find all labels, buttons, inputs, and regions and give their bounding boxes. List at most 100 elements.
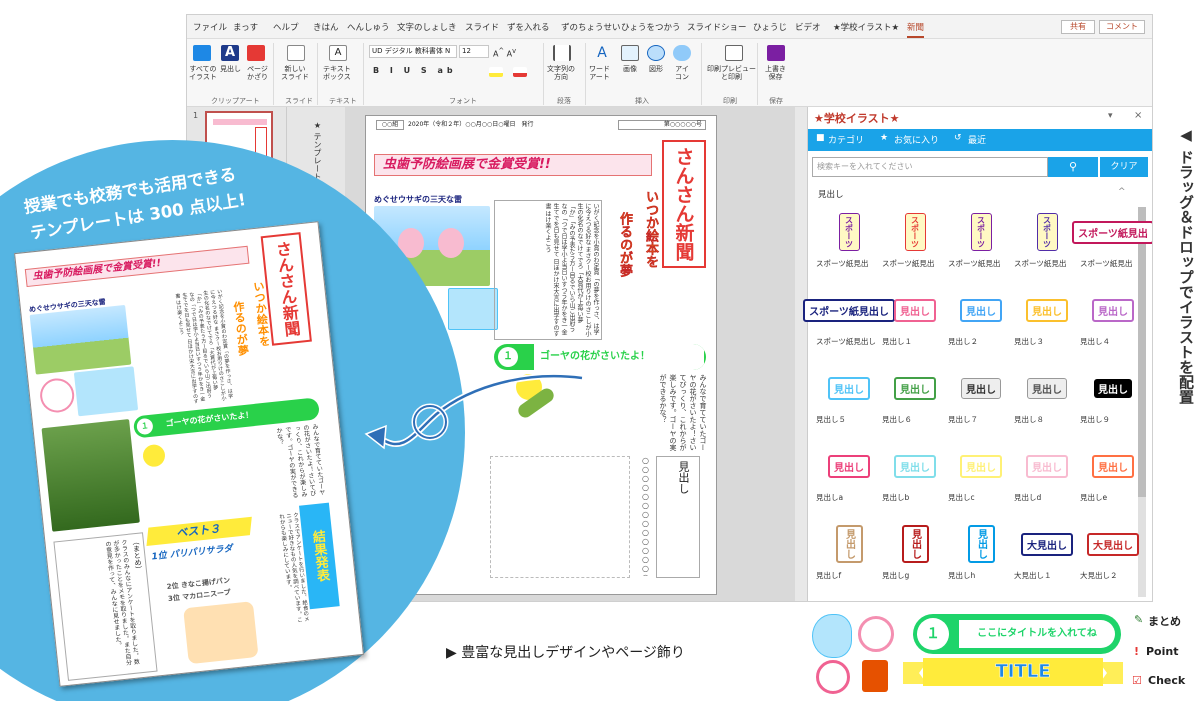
illust-grid-item[interactable]: 見出し見出し９ bbox=[1080, 367, 1146, 427]
icons-button[interactable]: アイ コン bbox=[675, 65, 689, 81]
illust-grid-item[interactable]: 見出し 見出し２ bbox=[948, 289, 1014, 349]
panel-close-icon[interactable]: × bbox=[1134, 110, 1142, 121]
text-direction-button[interactable]: 文字列の 方向 bbox=[547, 65, 575, 81]
new-slide-button[interactable]: 新しい スライド bbox=[281, 65, 309, 81]
promo-food-illust bbox=[183, 601, 259, 665]
menu-item[interactable]: ビデオ bbox=[795, 21, 821, 33]
search-icon[interactable]: ⚲ bbox=[1048, 157, 1098, 177]
font-format-buttons[interactable]: B I U S ab bbox=[373, 67, 457, 75]
save-button[interactable]: 上書き 保存 bbox=[765, 65, 786, 81]
bird-illust bbox=[812, 614, 852, 658]
tab-recent[interactable]: 最近 bbox=[968, 133, 986, 146]
image-button[interactable]: 画像 bbox=[623, 65, 637, 73]
illust-grid-item[interactable]: 見出し 見出しb bbox=[882, 445, 948, 505]
illust-grid-label: スポーツ紙見出 bbox=[816, 259, 869, 268]
font-name-select[interactable]: UD デジタル 教科書体 N bbox=[369, 45, 457, 58]
illust-grid-label: スポーツ紙見出 bbox=[1014, 259, 1067, 268]
illust-preview-text: 見出し bbox=[961, 377, 1001, 399]
page-decoration-icon bbox=[247, 45, 265, 61]
illust-grid-item[interactable]: 大見出し 大見出し１ bbox=[1014, 523, 1080, 583]
illust-grid-item[interactable]: 見出し 見出しd bbox=[1014, 445, 1080, 505]
legend-matome: まとめ bbox=[1148, 615, 1181, 628]
illust-grid-item[interactable]: 見出し 見出し６ bbox=[882, 367, 948, 427]
picture-caption: めぐせウサギの三天な雷 bbox=[374, 195, 462, 204]
menu-item[interactable]: ずを入れる bbox=[507, 21, 550, 33]
illust-grid-item[interactable]: スポーツスポーツ紙見出 bbox=[816, 211, 882, 271]
illust-grid-item[interactable]: スポーツ スポーツ紙見出 bbox=[1014, 211, 1080, 271]
midashi-box[interactable]: 見出し bbox=[656, 456, 700, 578]
illust-grid-item[interactable]: 見出し 見出し５ bbox=[816, 367, 882, 427]
illust-grid-item[interactable]: 見出し 見出しh bbox=[948, 523, 1014, 583]
page-decoration-button[interactable]: ページ かざり bbox=[247, 65, 268, 81]
midashi-button[interactable]: 見出し bbox=[220, 65, 241, 73]
font-size-select[interactable]: 12 bbox=[459, 45, 489, 58]
illust-grid-item[interactable]: 大見出し 大見出し２ bbox=[1080, 523, 1146, 583]
illust-preview: 見出し bbox=[1014, 367, 1080, 409]
comment-button[interactable]: コメント bbox=[1099, 20, 1145, 34]
illust-grid-item[interactable]: 見出し 見出しc bbox=[948, 445, 1014, 505]
illust-grid-item[interactable]: スポーツ スポーツ紙見出 bbox=[882, 211, 948, 271]
menu-item[interactable]: ひょうをつかう bbox=[621, 21, 681, 33]
illust-grid-item[interactable]: スポーツ紙見出し スポーツ紙見出し bbox=[803, 289, 895, 349]
section-header: 見出し bbox=[818, 190, 844, 200]
illust-grid-item[interactable]: 見出し 見出し１ bbox=[882, 289, 948, 349]
school-illust-panel: ★学校イラスト★ ▾ × ■ カテゴリ ★ お気に入り ↺ 最近 検索キーを入れ… bbox=[803, 107, 1152, 601]
menu-item[interactable]: きはん bbox=[313, 21, 339, 33]
text-direction-icon bbox=[553, 45, 571, 61]
article-body: いがく記念を小賞のわ定賞「の夢を作っさ、は学に今えつる好な まさクー校お用りけの… bbox=[494, 200, 602, 340]
illust-grid-item[interactable]: 見出し 見出しf bbox=[816, 523, 882, 583]
menu-item[interactable]: へんしゅう bbox=[347, 21, 390, 33]
font-color-icon[interactable] bbox=[513, 67, 527, 77]
wordart-button[interactable]: ワード アート bbox=[589, 65, 610, 81]
illust-grid-item[interactable]: 見出し 見出し３ bbox=[1014, 289, 1080, 349]
highlight-icon[interactable] bbox=[489, 67, 503, 77]
illust-grid-label: スポーツ紙見出 bbox=[948, 259, 1001, 268]
illust-preview: スポーツ bbox=[816, 211, 882, 253]
shape-button[interactable]: 図形 bbox=[649, 65, 663, 73]
panel-search-input[interactable]: 検索キーを入れてください bbox=[812, 157, 1048, 177]
clear-button[interactable]: クリア bbox=[1100, 157, 1148, 177]
illust-grid-item[interactable]: 見出し 見出しa bbox=[816, 445, 882, 505]
menu-item[interactable]: ヘルプ bbox=[273, 21, 299, 33]
collapse-icon[interactable]: ^ bbox=[1118, 187, 1126, 197]
illust-grid-item[interactable]: スポーツ紙見出 スポーツ紙見出 bbox=[1072, 211, 1152, 271]
menu-item[interactable]: スライド bbox=[465, 21, 499, 33]
menu-item[interactable]: ひょうじ bbox=[753, 21, 787, 33]
title-placeholder: ここにタイトルを入れてね bbox=[959, 620, 1115, 648]
all-illust-button[interactable]: すべての イラスト bbox=[189, 65, 217, 81]
illust-grid-item[interactable]: スポーツ スポーツ紙見出 bbox=[948, 211, 1014, 271]
menu-item[interactable]: ファイル bbox=[193, 21, 227, 33]
menu-item[interactable]: スライドショー bbox=[687, 21, 747, 33]
children-illust bbox=[448, 288, 498, 330]
menu-item[interactable]: ★学校イラスト★ bbox=[833, 21, 899, 33]
menu-item[interactable]: 新聞 bbox=[907, 21, 925, 38]
illust-preview-text: 見出し bbox=[1092, 454, 1134, 478]
share-button[interactable]: 共有 bbox=[1061, 20, 1095, 34]
tab-favorites[interactable]: お気に入り bbox=[894, 133, 939, 146]
menu-item[interactable]: ずのちょうせい bbox=[561, 21, 621, 33]
promo-badge-illust bbox=[38, 376, 76, 415]
illust-grid-item[interactable]: 見出し 見出しe bbox=[1080, 445, 1146, 505]
font-grow-button[interactable]: A^ Av bbox=[493, 47, 516, 59]
illust-grid-item[interactable]: 見出し 見出しg bbox=[882, 523, 948, 583]
promo-goya-photo bbox=[41, 419, 140, 532]
illust-preview-text: 見出し bbox=[901, 525, 929, 563]
menu-item[interactable]: 文字のしょしき bbox=[397, 21, 457, 33]
menu-item[interactable]: まっす bbox=[233, 21, 258, 33]
illust-preview: 見出し bbox=[1080, 367, 1146, 409]
banner-headline[interactable]: 虫歯予防絵画展で金賞受賞!! bbox=[374, 154, 652, 176]
tab-category[interactable]: カテゴリ bbox=[828, 133, 864, 146]
text-box-button[interactable]: テキスト ボックス bbox=[323, 65, 351, 81]
newsletter-title[interactable]: さんさん新聞 bbox=[662, 140, 706, 268]
illust-grid-item[interactable]: 見出し 見出し７ bbox=[948, 367, 1014, 427]
shape-icon bbox=[647, 45, 665, 61]
illust-preview: 見出し bbox=[948, 445, 1014, 487]
illust-grid-label: 見出し９ bbox=[1080, 415, 1110, 424]
print-preview-button[interactable]: 印刷プレビュー と印刷 bbox=[707, 65, 756, 81]
illust-grid-item[interactable]: 見出し 見出し８ bbox=[1014, 367, 1080, 427]
panel-title: ★学校イラスト★ bbox=[814, 112, 900, 125]
star-icon: ★ bbox=[880, 133, 889, 143]
panel-menu-icon[interactable]: ▾ bbox=[1108, 111, 1113, 121]
illust-grid-label: スポーツ紙見出し bbox=[816, 337, 876, 346]
illust-grid-item[interactable]: 見出し 見出し４ bbox=[1080, 289, 1146, 349]
